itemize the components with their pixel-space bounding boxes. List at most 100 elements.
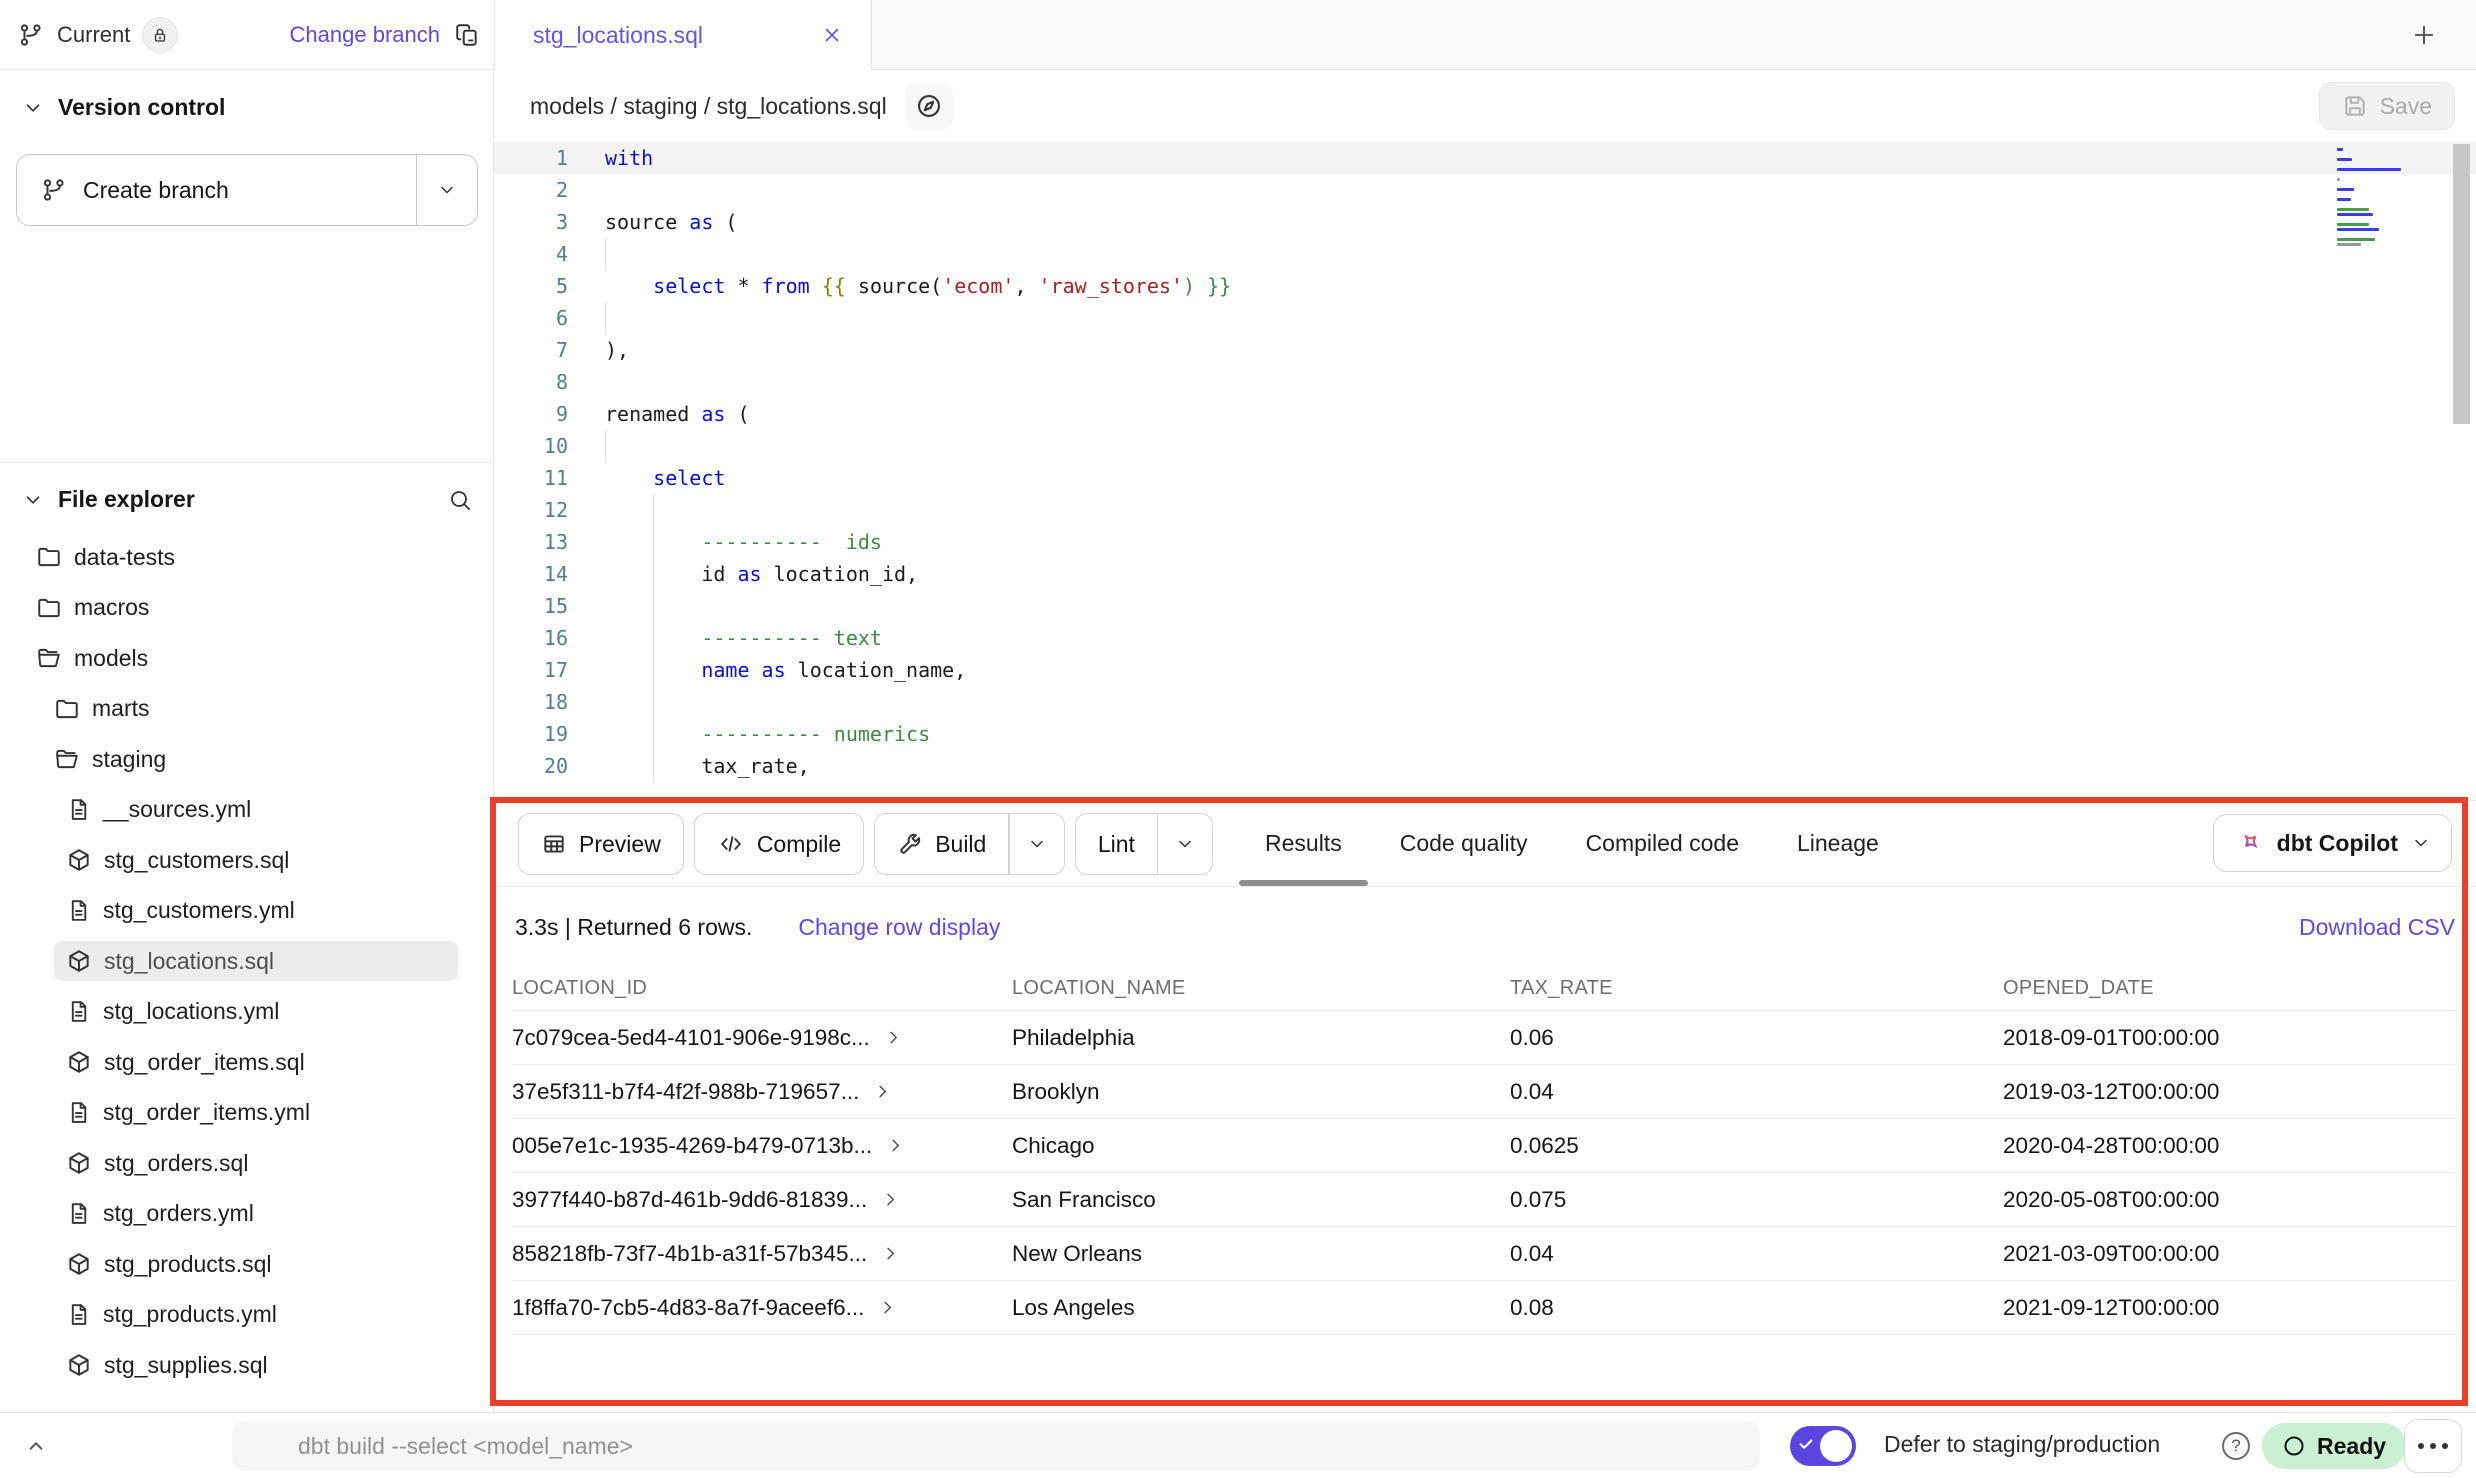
chevron-down-icon (22, 489, 44, 511)
code-line-3[interactable]: 3source as ( (494, 206, 2476, 238)
lint-dropdown[interactable] (1158, 814, 1212, 874)
dbt-copilot-button[interactable]: dbt Copilot (2213, 814, 2452, 872)
file-item-stg_products.sql[interactable]: stg_products.sql (0, 1239, 494, 1290)
more-options-button[interactable] (2404, 1419, 2462, 1473)
expand-row-icon[interactable] (881, 1190, 900, 1209)
expand-row-icon[interactable] (886, 1136, 905, 1155)
code-line-20[interactable]: 20 tax_rate, (494, 750, 2476, 782)
cell-location-id: 7c079cea-5ed4-4101-906e-9198c... (512, 1025, 870, 1051)
change-row-display-link[interactable]: Change row display (798, 914, 1000, 941)
expand-command-bar-button[interactable] (18, 1428, 54, 1464)
table-row[interactable]: 3977f440-b87d-461b-9dd6-81839...San Fran… (512, 1173, 2458, 1227)
file-item-stg_orders.yml[interactable]: stg_orders.yml (0, 1189, 494, 1240)
command-input[interactable]: dbt build --select <model_name> (232, 1421, 1760, 1471)
file-item-stg_order_items.yml[interactable]: stg_order_items.yml (0, 1088, 494, 1139)
file-item-stg_supplies.sql[interactable]: stg_supplies.sql (0, 1340, 494, 1391)
expand-row-icon[interactable] (881, 1244, 900, 1263)
line-number: 14 (494, 562, 568, 586)
line-number: 11 (494, 466, 568, 490)
file-item-models[interactable]: models (0, 633, 494, 684)
panel-tab-lineage[interactable]: Lineage (1797, 801, 1879, 886)
table-row[interactable]: 1f8ffa70-7cb5-4d83-8a7f-9aceef6...Los An… (512, 1281, 2458, 1335)
code-line-5[interactable]: 5 select * from {{ source('ecom', 'raw_s… (494, 270, 2476, 302)
defer-toggle[interactable] (1790, 1426, 1856, 1466)
save-button[interactable]: Save (2319, 82, 2455, 130)
git-branch-icon (18, 22, 44, 48)
code-line-6[interactable]: 6 (494, 302, 2476, 334)
file-item-__sources.yml[interactable]: __sources.yml (0, 785, 494, 836)
file-item-stg_orders.sql[interactable]: stg_orders.sql (0, 1138, 494, 1189)
table-row[interactable]: 37e5f311-b7f4-4f2f-988b-719657...Brookly… (512, 1065, 2458, 1119)
create-branch-button[interactable]: Create branch (16, 154, 478, 226)
build-dropdown[interactable] (1010, 814, 1064, 874)
panel-tab-results[interactable]: Results (1265, 801, 1342, 886)
code-line-9[interactable]: 9renamed as ( (494, 398, 2476, 430)
line-number: 8 (494, 370, 568, 394)
code-area[interactable]: 1with 2 3source as (45 select * from {{ so… (494, 142, 2476, 782)
close-tab-icon[interactable] (821, 24, 843, 46)
preview-button[interactable]: Preview (518, 813, 684, 875)
line-number: 2 (494, 178, 568, 202)
line-number: 3 (494, 210, 568, 234)
file-item-stg_order_items.sql[interactable]: stg_order_items.sql (0, 1037, 494, 1088)
code-line-18[interactable]: 18 (494, 686, 2476, 718)
expand-row-icon[interactable] (884, 1028, 903, 1047)
lineage-navigator-button[interactable] (905, 82, 953, 130)
expand-row-icon[interactable] (878, 1298, 897, 1317)
file-item-stg_products.yml[interactable]: stg_products.yml (0, 1290, 494, 1341)
code-line-15[interactable]: 15 (494, 590, 2476, 622)
code-line-17[interactable]: 17 name as location_name, (494, 654, 2476, 686)
panel-tab-code-quality[interactable]: Code quality (1400, 801, 1528, 886)
line-number: 6 (494, 306, 568, 330)
file-item-stg_customers.yml[interactable]: stg_customers.yml (0, 886, 494, 937)
file-label: models (74, 645, 148, 672)
file-explorer-header[interactable]: File explorer (22, 486, 472, 513)
doc-icon (66, 1201, 91, 1226)
code-line-2[interactable]: 2 (494, 174, 2476, 206)
panel-tabs: Results Code quality Compiled code Lineage (1265, 801, 1879, 886)
panel-tab-compiled-code[interactable]: Compiled code (1586, 801, 1739, 886)
editor-scrollbar[interactable] (2453, 144, 2470, 424)
expand-row-icon[interactable] (873, 1082, 892, 1101)
ready-status-badge[interactable]: Ready (2262, 1423, 2406, 1469)
code-line-13[interactable]: 13 ---------- ids (494, 526, 2476, 558)
download-csv-link[interactable]: Download CSV (2299, 914, 2455, 941)
code-line-14[interactable]: 14 id as location_id, (494, 558, 2476, 590)
file-item-stg_locations.yml[interactable]: stg_locations.yml (0, 987, 494, 1038)
compile-button[interactable]: Compile (694, 813, 864, 875)
change-branch-link[interactable]: Change branch (290, 22, 440, 48)
ready-label: Ready (2317, 1433, 2386, 1460)
table-row[interactable]: 7c079cea-5ed4-4101-906e-9198c...Philadel… (512, 1011, 2458, 1065)
code-line-4[interactable]: 4 (494, 238, 2476, 270)
code-line-12[interactable]: 12 (494, 494, 2476, 526)
file-item-data-tests[interactable]: data-tests (0, 532, 494, 583)
cell-opened-date: 2018-09-01T00:00:00 (2003, 1025, 2458, 1051)
create-branch-dropdown[interactable] (417, 155, 477, 225)
help-icon[interactable]: ? (2222, 1432, 2250, 1460)
code-line-19[interactable]: 19 ---------- numerics (494, 718, 2476, 750)
code-line-8[interactable]: 8 (494, 366, 2476, 398)
code-line-7[interactable]: 7), (494, 334, 2476, 366)
new-tab-button[interactable] (2406, 17, 2442, 53)
code-line-11[interactable]: 11 select (494, 462, 2476, 494)
table-row[interactable]: 858218fb-73f7-4b1b-a31f-57b345...New Orl… (512, 1227, 2458, 1281)
table-row[interactable]: 005e7e1c-1935-4269-b479-0713b...Chicago0… (512, 1119, 2458, 1173)
lock-icon (151, 26, 169, 44)
file-item-macros[interactable]: macros (0, 583, 494, 634)
cell-tax-rate: 0.0625 (1510, 1133, 2003, 1159)
version-control-header[interactable]: Version control (22, 94, 225, 121)
file-item-marts[interactable]: marts (0, 684, 494, 735)
tab-stg-locations-sql[interactable]: stg_locations.sql (494, 0, 872, 70)
code-line-1[interactable]: 1with (494, 142, 2476, 174)
wrench-icon (897, 831, 923, 857)
file-item-staging[interactable]: staging (0, 734, 494, 785)
file-item-stg_locations.sql[interactable]: stg_locations.sql (0, 936, 494, 987)
action-buttons: PreviewCompileBuildLint (518, 813, 1213, 875)
file-item-stg_customers.sql[interactable]: stg_customers.sql (0, 835, 494, 886)
lint-button[interactable]: Lint (1075, 813, 1214, 875)
build-button[interactable]: Build (874, 813, 1065, 875)
code-line-10[interactable]: 10 (494, 430, 2476, 462)
copy-icon[interactable] (454, 22, 480, 48)
search-icon[interactable] (448, 488, 472, 512)
code-line-16[interactable]: 16 ---------- text (494, 622, 2476, 654)
